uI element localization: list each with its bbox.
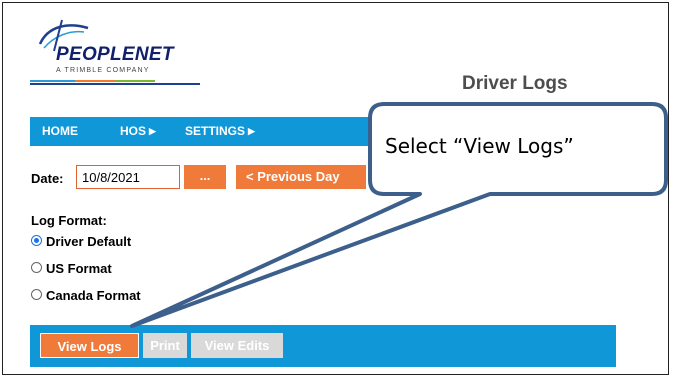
- peoplenet-logo: PEOPLENET A TRIMBLE COMPANY: [30, 18, 200, 88]
- radio-label: Canada Format: [46, 288, 141, 303]
- view-edits-button[interactable]: View Edits: [191, 333, 283, 358]
- date-input[interactable]: [76, 165, 180, 189]
- logo-subtitle: A TRIMBLE COMPANY: [56, 67, 150, 74]
- nav-home[interactable]: HOME: [42, 117, 78, 146]
- nav-hos-label: HOS: [120, 124, 147, 138]
- nav-settings-label: SETTINGS: [185, 124, 246, 138]
- view-logs-button[interactable]: View Logs: [40, 333, 139, 358]
- nav-hos[interactable]: HOS ▶: [120, 117, 156, 146]
- print-button[interactable]: Print: [143, 333, 187, 358]
- log-format-label: Log Format:: [31, 213, 107, 228]
- callout-text: Select “View Logs”: [385, 134, 574, 158]
- logo-wordmark: PEOPLENET: [56, 44, 174, 65]
- date-label: Date:: [31, 171, 64, 186]
- radio-selected-icon: [31, 235, 42, 246]
- radio-unselected-icon: [31, 262, 42, 273]
- nav-home-label: HOME: [42, 124, 78, 138]
- radio-us-format[interactable]: US Format: [31, 261, 112, 279]
- date-picker-button[interactable]: ...: [184, 165, 226, 189]
- action-bar: View Logs Print View Edits: [30, 325, 616, 367]
- nav-settings[interactable]: SETTINGS ▶: [185, 117, 255, 146]
- submenu-arrow-icon: ▶: [149, 126, 156, 136]
- radio-canada-format[interactable]: Canada Format: [31, 288, 141, 306]
- submenu-arrow-icon: ▶: [248, 126, 255, 136]
- radio-label: Driver Default: [46, 234, 132, 249]
- radio-driver-default[interactable]: Driver Default: [31, 234, 131, 252]
- previous-day-button[interactable]: < Previous Day: [236, 165, 366, 189]
- logo-stripes-icon: [30, 80, 200, 85]
- radio-label: US Format: [46, 261, 112, 276]
- page-title: Driver Logs: [462, 73, 568, 94]
- radio-unselected-icon: [31, 289, 42, 300]
